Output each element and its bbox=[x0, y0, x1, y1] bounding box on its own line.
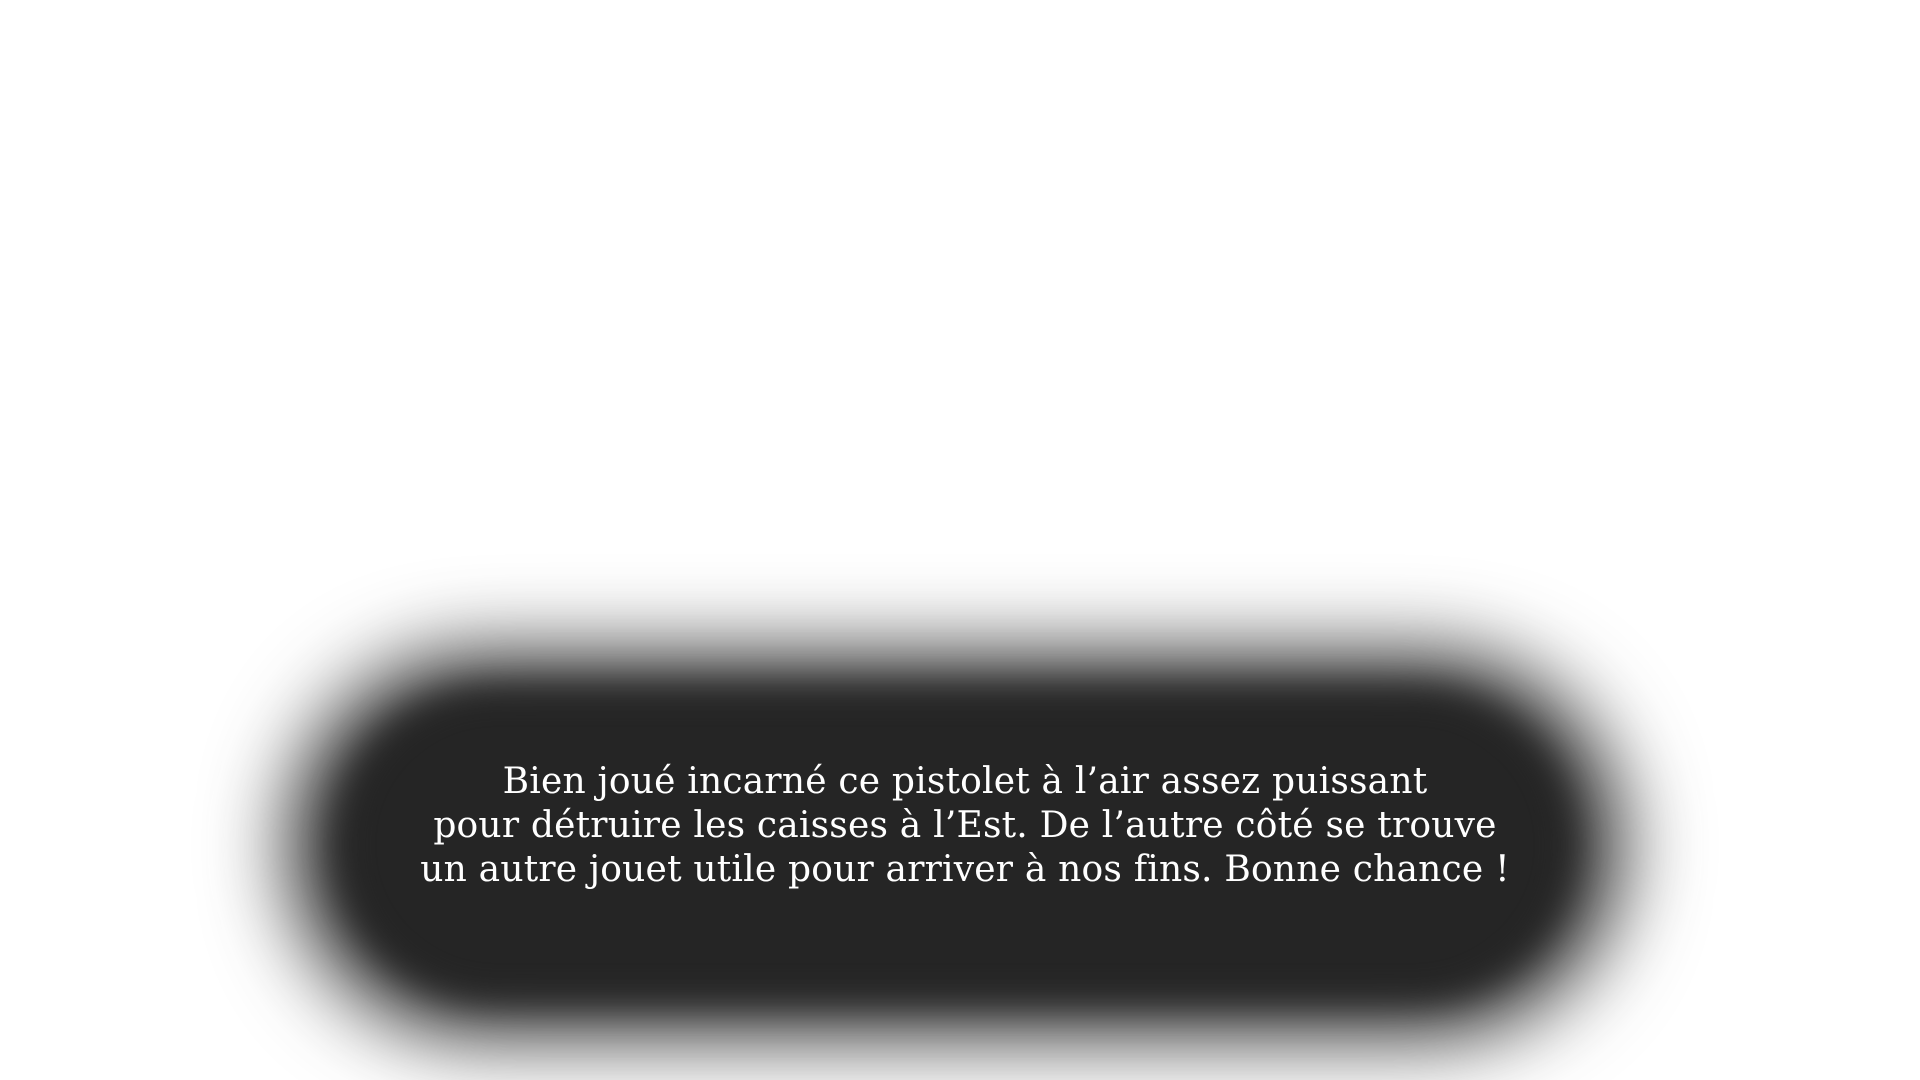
dialog-line: Bien joué incarné ce pistolet à l’air as… bbox=[502, 761, 1428, 802]
game-scene: Bien joué incarné ce pistolet à l’air as… bbox=[0, 0, 1920, 1080]
dialog-line: pour détruire les caisses à l’Est. De l’… bbox=[433, 805, 1497, 846]
dialog-line: un autre jouet utile pour arriver à nos … bbox=[420, 849, 1510, 890]
dialog-message: Bien joué incarné ce pistolet à l’air as… bbox=[340, 760, 1590, 892]
